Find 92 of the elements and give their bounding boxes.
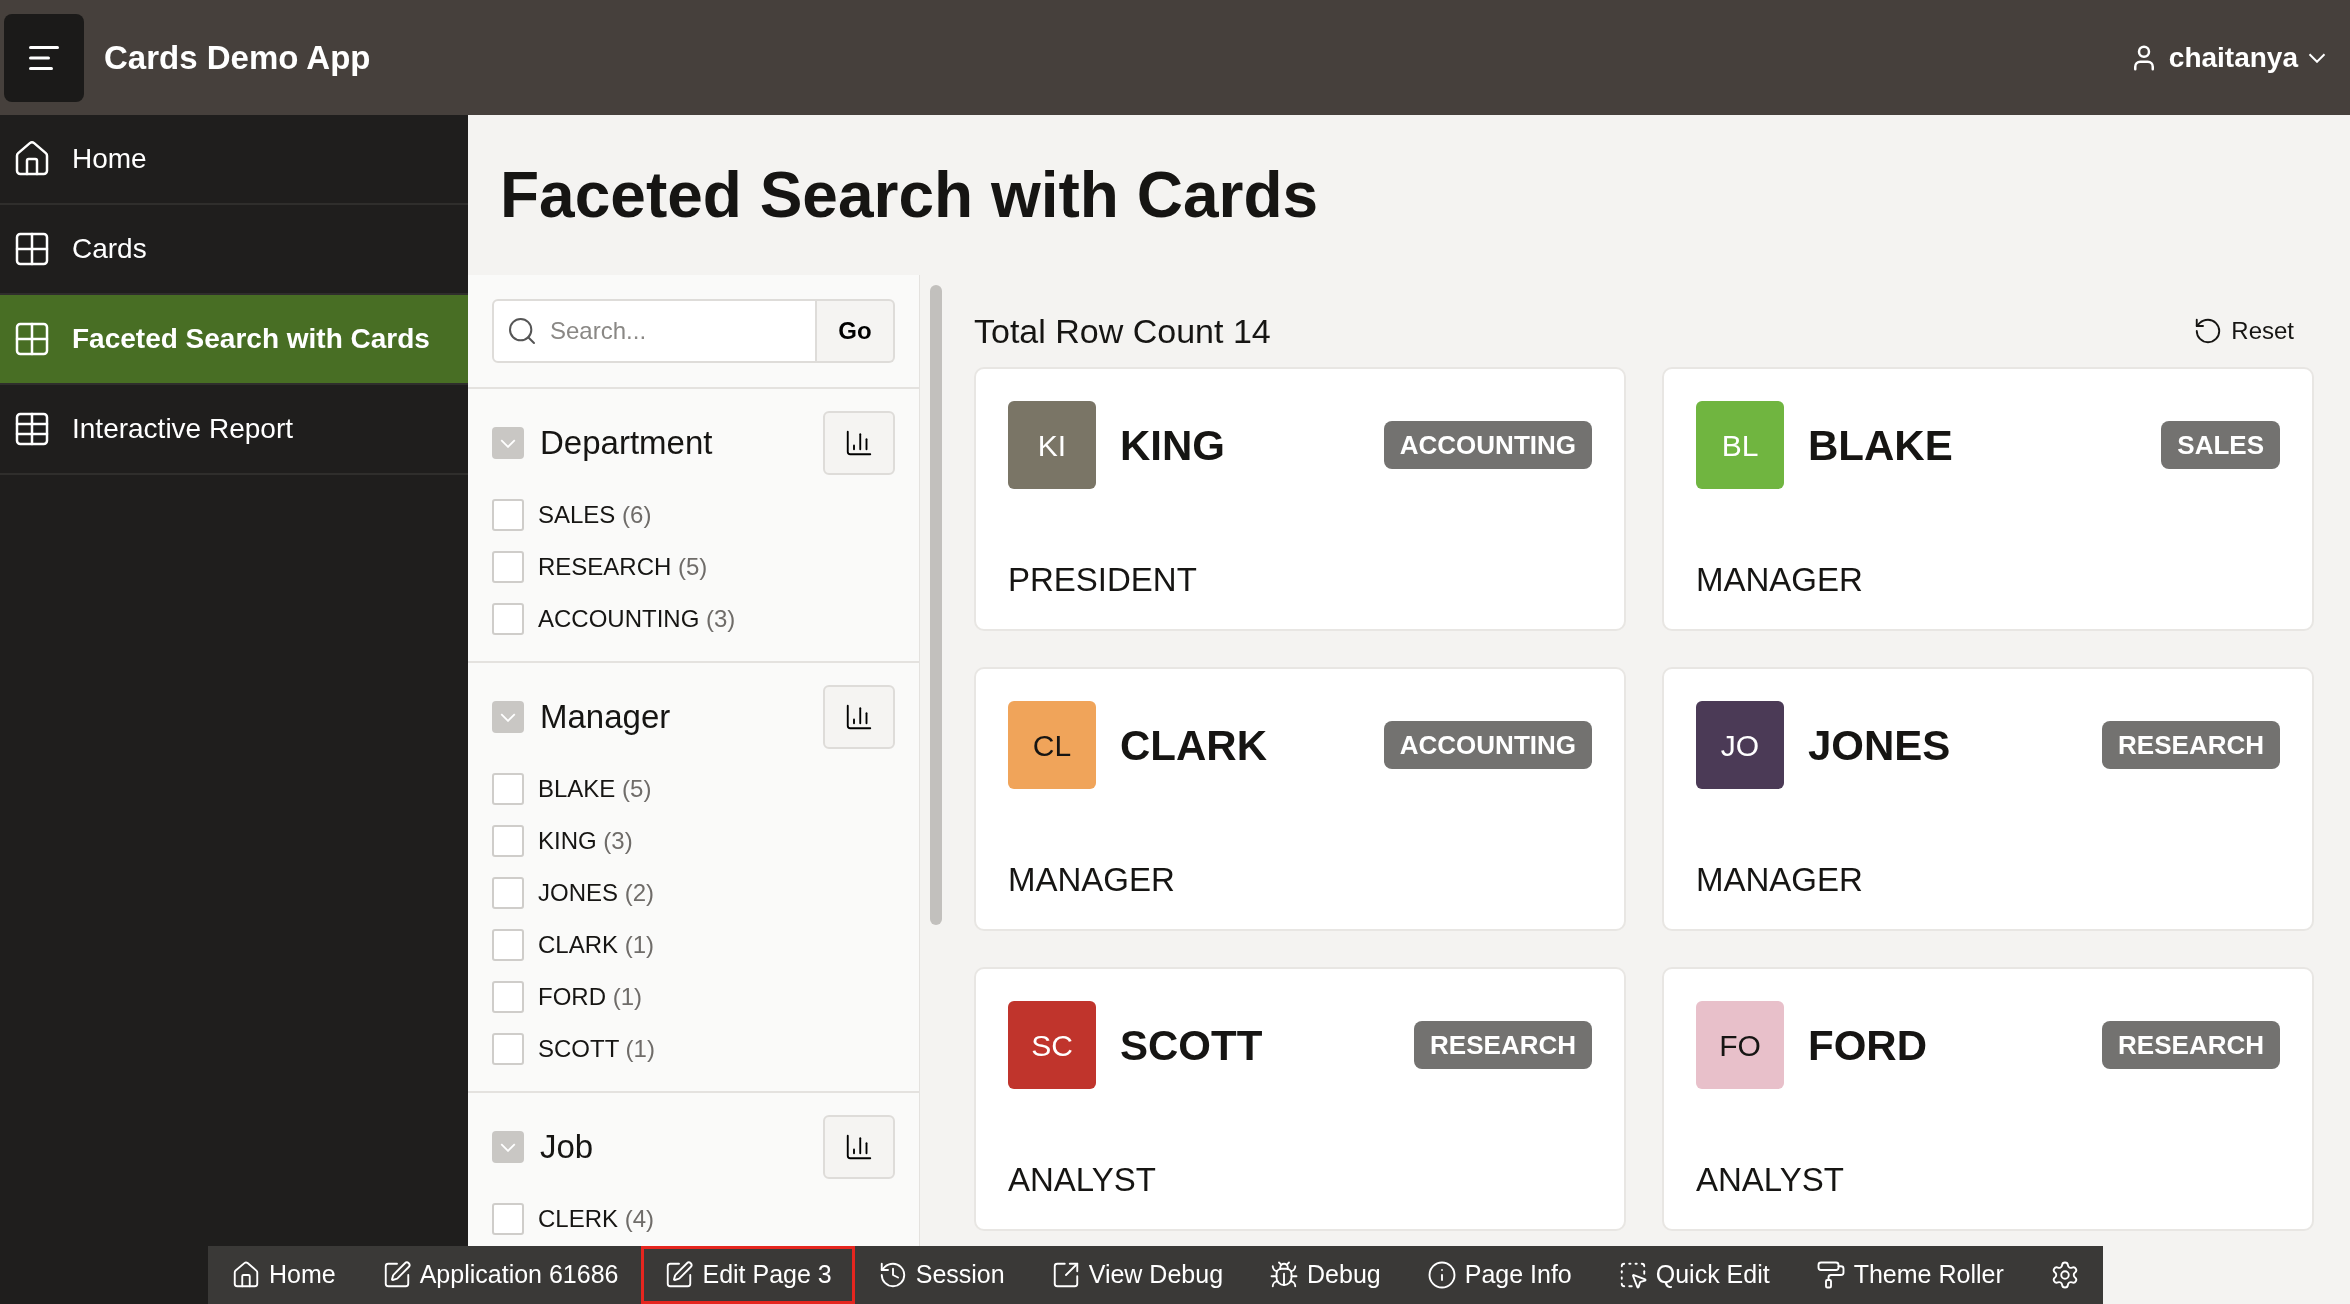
info-icon bbox=[1426, 1260, 1457, 1290]
facet-option[interactable]: FORD (1) bbox=[538, 979, 642, 1015]
employee-name: BLAKE bbox=[1808, 420, 1953, 471]
chart-button[interactable] bbox=[823, 685, 895, 749]
facet-title: Job bbox=[540, 1127, 594, 1168]
facet-title: Manager bbox=[540, 697, 671, 738]
facet-title: Department bbox=[540, 423, 713, 464]
toolbar-button[interactable]: Session bbox=[854, 1246, 1028, 1304]
initials-avatar: CL bbox=[1008, 701, 1096, 789]
employee-card[interactable]: FO FORD RESEARCH ANALYST bbox=[1662, 967, 2314, 1231]
bar-chart-icon bbox=[844, 702, 874, 732]
sidebar-item[interactable]: Home bbox=[0, 115, 468, 205]
chevron-down-icon bbox=[500, 712, 516, 722]
user-menu[interactable]: chaitanya bbox=[2128, 36, 2326, 79]
employee-name: FORD bbox=[1808, 1020, 1927, 1071]
toolbar-button[interactable]: Debug bbox=[1246, 1246, 1404, 1304]
employee-card[interactable]: SC SCOTT RESEARCH ANALYST bbox=[974, 967, 1626, 1231]
toolbar-button[interactable]: View Debug bbox=[1027, 1246, 1247, 1304]
initials-avatar: SC bbox=[1008, 1001, 1096, 1089]
chart-button[interactable] bbox=[823, 411, 895, 475]
checkbox[interactable] bbox=[492, 551, 524, 583]
chevron-down-icon bbox=[2308, 52, 2326, 63]
job-title: ANALYST bbox=[1696, 1160, 1845, 1200]
bar-chart-icon bbox=[844, 1132, 874, 1162]
facet-option[interactable]: CLARK (1) bbox=[538, 927, 655, 963]
facet-option[interactable]: JONES (2) bbox=[538, 875, 655, 911]
initials-avatar: KI bbox=[1008, 401, 1096, 489]
checkbox[interactable] bbox=[492, 929, 524, 961]
toolbar-button[interactable]: Page Info bbox=[1403, 1246, 1595, 1304]
employee-name: SCOTT bbox=[1120, 1020, 1263, 1071]
checkbox[interactable] bbox=[492, 981, 524, 1013]
facet-option[interactable]: KING (3) bbox=[538, 823, 633, 859]
collapse-toggle[interactable] bbox=[492, 701, 524, 733]
department-tag: RESEARCH bbox=[2102, 1021, 2280, 1069]
employee-card[interactable]: JO JONES RESEARCH MANAGER bbox=[1662, 667, 2314, 931]
initials-avatar: JO bbox=[1696, 701, 1784, 789]
checkbox[interactable] bbox=[492, 1203, 524, 1235]
checkbox[interactable] bbox=[492, 877, 524, 909]
paint-roller-icon bbox=[1815, 1260, 1846, 1290]
job-title: PRESIDENT bbox=[1008, 560, 1198, 600]
reset-button[interactable]: Reset bbox=[2193, 313, 2294, 349]
bug-icon bbox=[1269, 1260, 1300, 1290]
checkbox[interactable] bbox=[492, 773, 524, 805]
job-title: ANALYST bbox=[1008, 1160, 1157, 1200]
chevron-down-icon bbox=[500, 438, 516, 448]
facet-option[interactable]: ACCOUNTING (3) bbox=[538, 601, 736, 637]
sidebar-item[interactable]: Faceted Search with Cards bbox=[0, 295, 468, 385]
employee-card[interactable]: KI KING ACCOUNTING PRESIDENT bbox=[974, 367, 1626, 631]
facet-option[interactable]: RESEARCH (5) bbox=[538, 549, 708, 585]
checkbox[interactable] bbox=[492, 603, 524, 635]
checkbox[interactable] bbox=[492, 1033, 524, 1065]
job-title: MANAGER bbox=[1696, 560, 1864, 600]
go-button[interactable]: Go bbox=[817, 299, 895, 363]
search-icon bbox=[506, 315, 538, 347]
edit-icon bbox=[664, 1260, 695, 1290]
total-row-count: Total Row Count 14 bbox=[974, 310, 1271, 352]
bar-chart-icon bbox=[844, 428, 874, 458]
job-title: MANAGER bbox=[1008, 860, 1176, 900]
checkbox[interactable] bbox=[492, 825, 524, 857]
search-field[interactable]: Search... bbox=[492, 299, 817, 363]
toolbar-button[interactable]: Home bbox=[208, 1246, 359, 1304]
menu-button[interactable] bbox=[4, 13, 84, 102]
employee-card[interactable]: CL CLARK ACCOUNTING MANAGER bbox=[974, 667, 1626, 931]
collapse-toggle[interactable] bbox=[492, 1131, 524, 1163]
toolbar-button[interactable]: Theme Roller bbox=[1792, 1246, 2027, 1304]
facet-option[interactable]: SCOTT (1) bbox=[538, 1031, 655, 1067]
app-title: Cards Demo App bbox=[104, 37, 371, 78]
facet-option[interactable]: BLAKE (5) bbox=[538, 771, 652, 807]
toolbar-button[interactable]: Application 61686 bbox=[358, 1246, 642, 1304]
employee-name: CLARK bbox=[1120, 720, 1267, 771]
checkbox[interactable] bbox=[492, 499, 524, 531]
employee-name: JONES bbox=[1808, 720, 1951, 771]
initials-avatar: FO bbox=[1696, 1001, 1784, 1089]
facet-option[interactable]: CLERK (4) bbox=[538, 1201, 655, 1237]
department-tag: SALES bbox=[2161, 421, 2280, 469]
scrollbar-thumb[interactable] bbox=[930, 285, 942, 925]
department-tag: RESEARCH bbox=[2102, 721, 2280, 769]
collapse-toggle[interactable] bbox=[492, 427, 524, 459]
chart-button[interactable] bbox=[823, 1115, 895, 1179]
home-icon bbox=[231, 1260, 261, 1290]
initials-avatar: BL bbox=[1696, 401, 1784, 489]
employee-name: KING bbox=[1120, 420, 1225, 471]
job-title: MANAGER bbox=[1696, 860, 1864, 900]
page-title: Faceted Search with Cards bbox=[499, 158, 1320, 233]
toolbar-button[interactable]: Quick Edit bbox=[1594, 1246, 1793, 1304]
toolbar-button[interactable]: Edit Page 3 bbox=[641, 1246, 855, 1304]
chevron-down-icon bbox=[500, 1142, 516, 1152]
department-tag: RESEARCH bbox=[1414, 1021, 1592, 1069]
employee-card[interactable]: BL BLAKE SALES MANAGER bbox=[1662, 367, 2314, 631]
facet-option[interactable]: SALES (6) bbox=[538, 497, 652, 533]
department-tag: ACCOUNTING bbox=[1383, 421, 1592, 469]
department-tag: ACCOUNTING bbox=[1383, 721, 1592, 769]
